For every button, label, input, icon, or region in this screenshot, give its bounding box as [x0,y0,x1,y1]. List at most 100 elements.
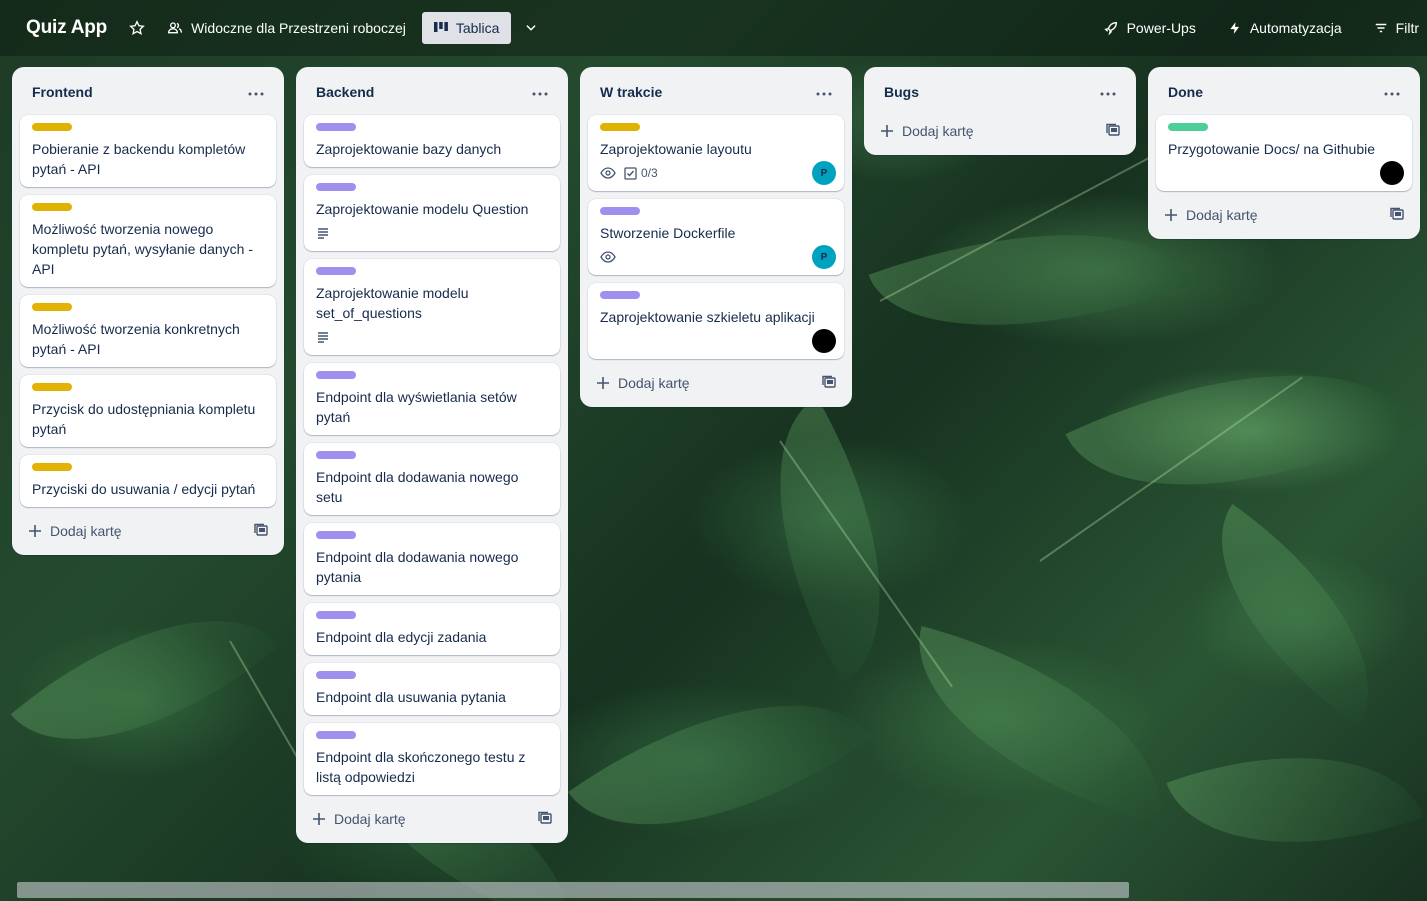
card-label-yellow[interactable] [32,123,72,131]
card-label-purple[interactable] [600,291,640,299]
people-icon [168,22,183,34]
lightning-icon [1230,22,1239,34]
power-ups-button[interactable]: Power-Ups [1095,12,1204,44]
star-button[interactable] [121,12,153,44]
card-title: Pobieranie z backendu kompletów pytań - … [32,141,246,177]
card-label-yellow[interactable] [32,303,72,311]
list-title[interactable]: W trakcie [600,84,662,100]
card-label-purple[interactable] [316,671,356,679]
list-menu-button[interactable] [816,84,832,100]
member-avatar[interactable]: P [812,161,836,185]
card[interactable]: Endpoint dla usuwania pytania [304,663,560,715]
card-label-purple[interactable] [316,531,356,539]
card-label-yellow[interactable] [32,463,72,471]
views-dropdown-button[interactable] [515,12,547,44]
card-title: Endpoint dla skończonego testu z listą o… [316,749,526,785]
create-from-template-button[interactable] [254,523,268,540]
add-card-label: Dodaj kartę [618,375,690,391]
board-view-button[interactable]: Tablica [421,12,512,44]
card[interactable]: Endpoint dla wyświetlania setów pytań [304,363,560,435]
add-card-button[interactable]: Dodaj kartę [312,811,406,827]
plus-icon [1165,209,1177,221]
card-label-yellow[interactable] [32,203,72,211]
card[interactable]: Możliwość tworzenia nowego kompletu pyta… [20,195,276,287]
filter-button[interactable]: Filtr [1366,12,1427,44]
card-title: Przycisk do udostępniania kompletu pytań [32,401,256,437]
card-title: Zaprojektowanie modelu set_of_questions [316,285,469,321]
watch-eye-icon [600,250,616,264]
card[interactable]: Przycisk do udostępniania kompletu pytań [20,375,276,447]
board-title[interactable]: Quiz App [26,17,107,39]
card-label-purple[interactable] [316,371,356,379]
card-label-purple[interactable] [600,207,640,215]
card[interactable]: Endpoint dla dodawania nowego setu [304,443,560,515]
automation-button[interactable]: Automatyzacja [1220,12,1350,44]
list-title[interactable]: Backend [316,84,374,100]
visibility-button[interactable]: Widoczne dla Przestrzeni roboczej [159,12,414,44]
card[interactable]: Zaprojektowanie bazy danych [304,115,560,167]
add-card-button[interactable]: Dodaj kartę [596,375,690,391]
list-menu-button[interactable] [1100,84,1116,100]
card-label-purple[interactable] [316,267,356,275]
card[interactable]: Zaprojektowanie layoutu 0/3 P [588,115,844,191]
power-ups-label: Power-Ups [1126,20,1196,36]
description-icon [316,226,330,240]
card[interactable]: Pobieranie z backendu kompletów pytań - … [20,115,276,187]
member-avatar[interactable] [1380,161,1404,185]
description-icon [316,330,330,344]
background-leaf [713,397,947,683]
card-title: Endpoint dla usuwania pytania [316,689,506,705]
list-title[interactable]: Done [1168,84,1203,100]
card-label-purple[interactable] [316,451,356,459]
filter-icon [1375,23,1386,33]
member-avatar[interactable]: P [812,245,836,269]
add-card-button[interactable]: Dodaj kartę [880,123,974,139]
create-from-template-button[interactable] [538,811,552,828]
list-header: W trakcie [588,67,844,115]
card-label-purple[interactable] [316,183,356,191]
add-card-button[interactable]: Dodaj kartę [1164,207,1258,223]
horizontal-scrollbar[interactable] [17,882,1129,898]
list-title[interactable]: Bugs [884,84,919,100]
card[interactable]: Zaprojektowanie modelu Question [304,175,560,251]
card-label-purple[interactable] [316,731,356,739]
background-leaf [1166,704,1424,896]
card-label-yellow[interactable] [32,383,72,391]
add-card-button[interactable]: Dodaj kartę [28,523,122,539]
card[interactable]: Przyciski do usuwania / edycji pytań [20,455,276,507]
create-from-template-button[interactable] [822,375,836,392]
card-label-yellow[interactable] [600,123,640,131]
create-from-template-button[interactable] [1390,207,1404,224]
add-card-row: Dodaj kartę [1156,199,1412,231]
card[interactable]: Endpoint dla dodawania nowego pytania [304,523,560,595]
card-title: Przyciski do usuwania / edycji pytań [32,481,256,497]
card-badges [316,223,548,243]
card[interactable]: Endpoint dla edycji zadania [304,603,560,655]
card-title: Endpoint dla edycji zadania [316,629,487,645]
background-leaf [887,625,1193,825]
card-label-purple[interactable] [316,611,356,619]
plus-icon [597,377,609,389]
template-icon [254,523,268,536]
card-label-green[interactable] [1168,123,1208,131]
card[interactable]: Możliwość tworzenia konkretnych pytań - … [20,295,276,367]
card-label-purple[interactable] [316,123,356,131]
card[interactable]: Zaprojektowanie szkieletu aplikacji [588,283,844,359]
card[interactable]: Endpoint dla skończonego testu z listą o… [304,723,560,795]
list-menu-button[interactable] [1384,84,1400,100]
card[interactable]: Przygotowanie Docs/ na Githubie [1156,115,1412,191]
template-icon [1106,123,1120,136]
list-done: Done Przygotowanie Docs/ na Githubie Dodaj… [1148,67,1420,239]
list-header: Backend [304,67,560,115]
star-icon [129,20,145,36]
list-title[interactable]: Frontend [32,84,93,100]
member-avatar[interactable] [812,329,836,353]
background-leaf [1169,503,1421,727]
create-from-template-button[interactable] [1106,123,1120,140]
list-header: Frontend [20,67,276,115]
list-menu-button[interactable] [532,84,548,100]
add-card-row: Dodaj kartę [872,115,1128,147]
card[interactable]: Stworzenie Dockerfile P [588,199,844,275]
card[interactable]: Zaprojektowanie modelu set_of_questions [304,259,560,355]
list-menu-button[interactable] [248,84,264,100]
